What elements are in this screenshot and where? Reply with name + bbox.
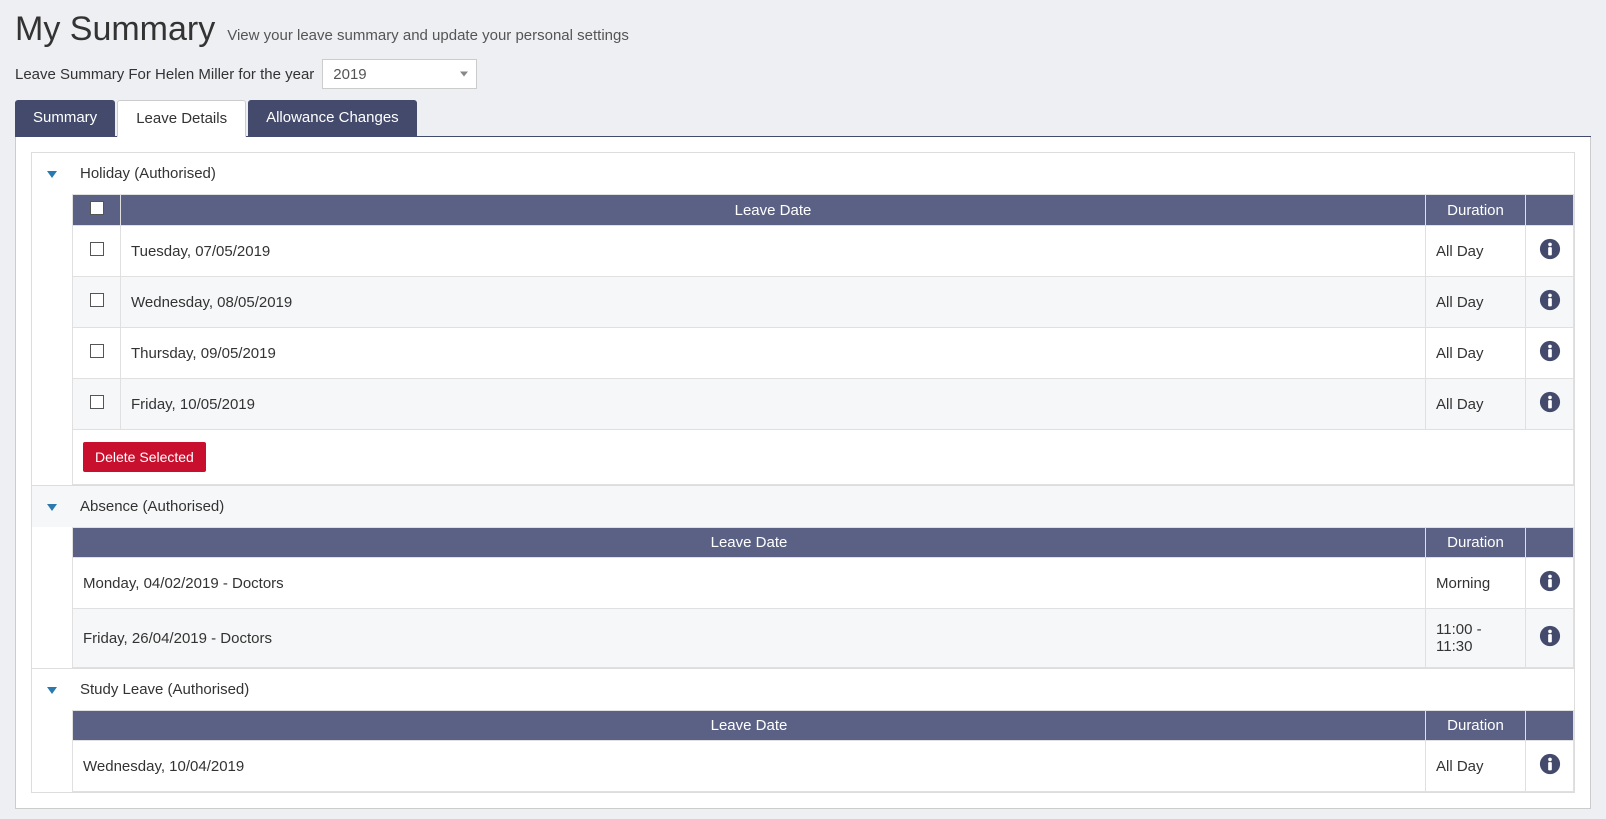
- tab-allowance-changes[interactable]: Allowance Changes: [248, 100, 417, 137]
- chevron-down-icon: [47, 504, 57, 511]
- tabs: Summary Leave Details Allowance Changes: [15, 99, 1591, 137]
- table-row: Friday, 10/05/2019 All Day: [73, 379, 1574, 430]
- info-icon[interactable]: [1539, 570, 1561, 592]
- group-title: Absence (Authorised): [72, 486, 232, 527]
- cell-duration: Morning: [1426, 558, 1526, 609]
- info-icon[interactable]: [1539, 625, 1561, 647]
- info-icon[interactable]: [1539, 340, 1561, 362]
- caret-down-icon: [460, 72, 468, 77]
- cell-duration: All Day: [1426, 277, 1526, 328]
- group-title: Holiday (Authorised): [72, 153, 224, 194]
- column-header-duration: Duration: [1426, 528, 1526, 558]
- table-row: Monday, 04/02/2019 - Doctors Morning: [73, 558, 1574, 609]
- group-absence: Absence (Authorised) Leave Date Duration…: [31, 486, 1575, 669]
- tab-content: Holiday (Authorised) Leave Date Duration: [15, 137, 1591, 809]
- cell-duration: 11:00 - 11:30: [1426, 609, 1526, 668]
- group-title: Study Leave (Authorised): [72, 669, 257, 710]
- delete-selected-button[interactable]: Delete Selected: [83, 442, 206, 472]
- cell-leave-date: Friday, 10/05/2019: [121, 379, 1426, 430]
- cell-leave-date: Tuesday, 07/05/2019: [121, 226, 1426, 277]
- info-icon[interactable]: [1539, 238, 1561, 260]
- info-icon[interactable]: [1539, 289, 1561, 311]
- column-header-duration: Duration: [1426, 195, 1526, 226]
- cell-leave-date: Wednesday, 10/04/2019: [73, 741, 1426, 792]
- group-header[interactable]: Absence (Authorised): [32, 486, 1574, 527]
- row-checkbox[interactable]: [90, 395, 104, 409]
- page-subtitle: View your leave summary and update your …: [227, 27, 629, 44]
- column-header-info: [1526, 528, 1574, 558]
- page-title: My Summary: [15, 10, 215, 49]
- row-checkbox[interactable]: [90, 293, 104, 307]
- collapse-toggle[interactable]: [32, 153, 72, 194]
- info-icon[interactable]: [1539, 391, 1561, 413]
- chevron-down-icon: [47, 171, 57, 178]
- chevron-down-icon: [47, 687, 57, 694]
- cell-duration: All Day: [1426, 741, 1526, 792]
- leave-table: Leave Date Duration Tuesday, 07/05/2019 …: [72, 194, 1574, 485]
- column-header-leave-date: Leave Date: [121, 195, 1426, 226]
- collapse-toggle[interactable]: [32, 669, 72, 710]
- table-row: Friday, 26/04/2019 - Doctors 11:00 - 11:…: [73, 609, 1574, 668]
- collapse-toggle[interactable]: [32, 486, 72, 527]
- column-header-leave-date: Leave Date: [73, 528, 1426, 558]
- table-row: Wednesday, 10/04/2019 All Day: [73, 741, 1574, 792]
- cell-leave-date: Friday, 26/04/2019 - Doctors: [73, 609, 1426, 668]
- year-select[interactable]: 2019: [322, 59, 477, 89]
- group-holiday: Holiday (Authorised) Leave Date Duration: [31, 152, 1575, 486]
- column-header-duration: Duration: [1426, 711, 1526, 741]
- tab-leave-details[interactable]: Leave Details: [117, 100, 246, 137]
- summary-for-label: Leave Summary For Helen Miller for the y…: [15, 66, 314, 83]
- leave-table: Leave Date Duration Wednesday, 10/04/201…: [72, 710, 1574, 792]
- cell-leave-date: Thursday, 09/05/2019: [121, 328, 1426, 379]
- cell-duration: All Day: [1426, 328, 1526, 379]
- cell-leave-date: Wednesday, 08/05/2019: [121, 277, 1426, 328]
- delete-row: Delete Selected: [73, 430, 1574, 485]
- column-header-info: [1526, 195, 1574, 226]
- column-header-info: [1526, 711, 1574, 741]
- table-row: Thursday, 09/05/2019 All Day: [73, 328, 1574, 379]
- table-row: Tuesday, 07/05/2019 All Day: [73, 226, 1574, 277]
- select-all-checkbox[interactable]: [90, 201, 104, 215]
- group-study-leave: Study Leave (Authorised) Leave Date Dura…: [31, 669, 1575, 793]
- info-icon[interactable]: [1539, 753, 1561, 775]
- group-header[interactable]: Study Leave (Authorised): [32, 669, 1574, 710]
- year-select-value: 2019: [333, 66, 366, 83]
- leave-table: Leave Date Duration Monday, 04/02/2019 -…: [72, 527, 1574, 668]
- row-checkbox[interactable]: [90, 344, 104, 358]
- cell-duration: All Day: [1426, 379, 1526, 430]
- group-header[interactable]: Holiday (Authorised): [32, 153, 1574, 194]
- table-row: Wednesday, 08/05/2019 All Day: [73, 277, 1574, 328]
- column-header-leave-date: Leave Date: [73, 711, 1426, 741]
- tab-summary[interactable]: Summary: [15, 100, 115, 137]
- row-checkbox[interactable]: [90, 242, 104, 256]
- cell-duration: All Day: [1426, 226, 1526, 277]
- cell-leave-date: Monday, 04/02/2019 - Doctors: [73, 558, 1426, 609]
- column-header-checkbox: [73, 195, 121, 226]
